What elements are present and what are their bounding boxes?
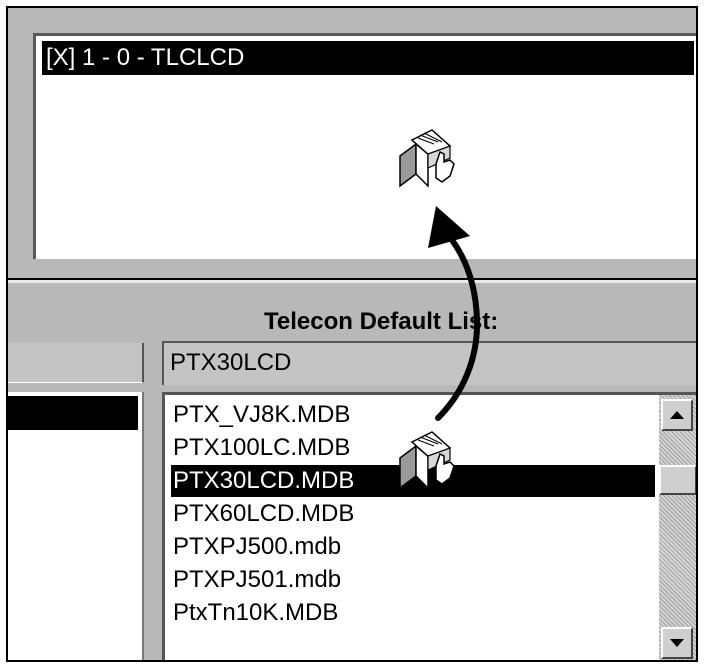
assigned-list[interactable]: [X] 1 - 0 - TLCLCD — [33, 33, 696, 259]
left-name-field[interactable] — [8, 343, 144, 383]
list-item[interactable]: PTXPJ501.mdb — [171, 564, 655, 596]
list-item[interactable]: PTX_VJ8K.MDB — [171, 399, 655, 431]
scroll-down-arrow-icon — [670, 639, 684, 647]
list-item[interactable]: PTX60LCD.MDB — [171, 498, 655, 530]
assigned-list-item-selected[interactable]: [X] 1 - 0 - TLCLCD — [42, 41, 694, 75]
scroll-up-arrow-icon — [670, 411, 684, 419]
section-divider-highlight — [8, 280, 696, 283]
left-list[interactable] — [8, 392, 144, 660]
list-item[interactable]: PTX100LC.MDB — [171, 432, 655, 464]
telecon-default-list[interactable]: PTX_VJ8K.MDB PTX100LC.MDB PTX30LCD.MDB PTX6… — [162, 392, 696, 660]
telecon-default-list-label: Telecon Default List: — [264, 308, 499, 335]
list-item-selected[interactable]: PTX30LCD.MDB — [171, 465, 655, 497]
scroll-up-button[interactable] — [661, 399, 693, 431]
scroll-down-button[interactable] — [661, 627, 693, 659]
list-item[interactable]: PtxTn10K.MDB — [171, 597, 655, 629]
vertical-scrollbar[interactable] — [659, 395, 696, 660]
left-list-item-selected[interactable] — [8, 396, 138, 430]
telecon-name-field[interactable]: PTX30LCD — [162, 341, 696, 385]
dialog-window: [X] 1 - 0 - TLCLCD Telecon Default List:… — [6, 6, 698, 662]
list-item[interactable]: PTXPJ500.mdb — [171, 531, 655, 563]
scroll-thumb[interactable] — [659, 465, 696, 495]
